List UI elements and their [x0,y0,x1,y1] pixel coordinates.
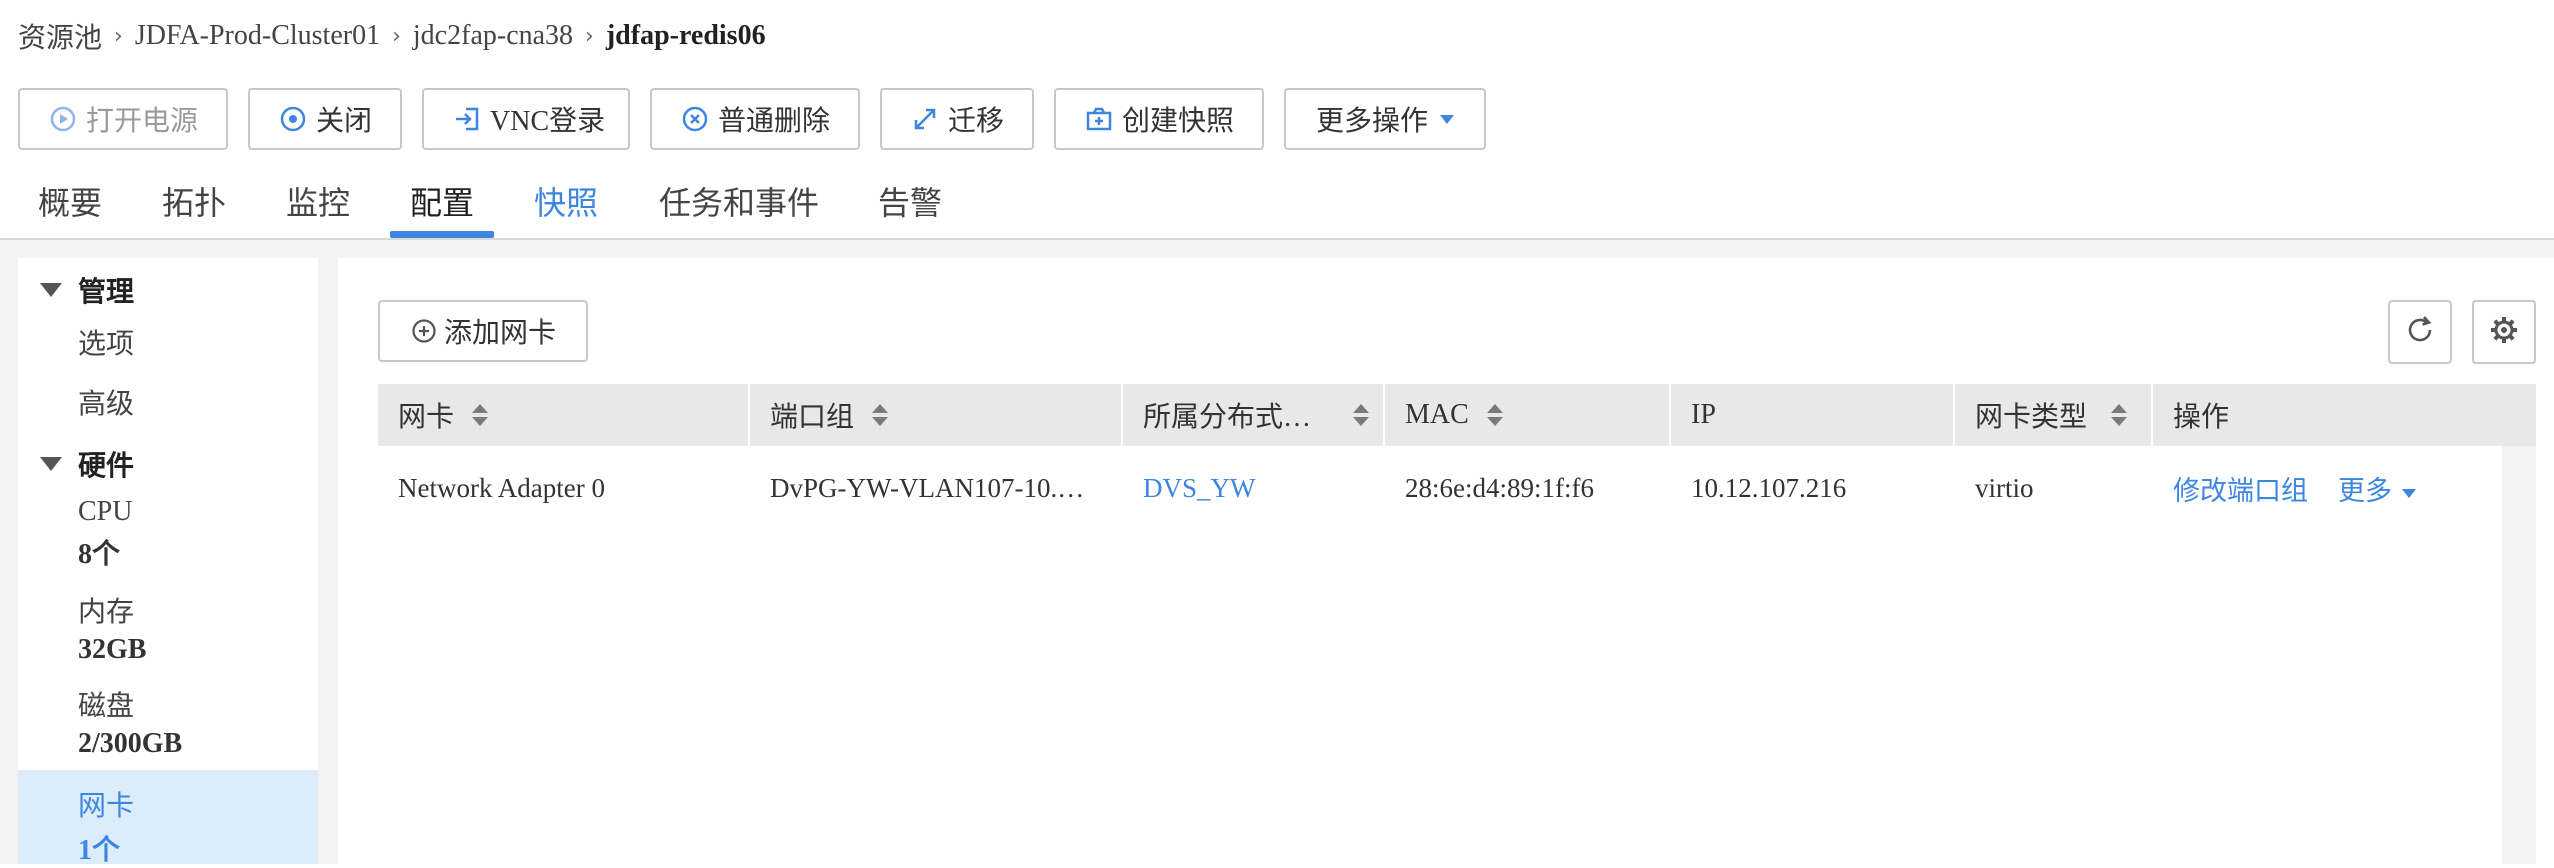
column-header-dvs[interactable]: 所属分布式交换机 [1123,384,1385,446]
table-header: 网卡 端口组 所属分布式交换机 MAC IP 网卡类型 [378,384,2536,446]
nic-panel: 添加网卡 网卡 端口组 所属分布式交 MAC IP 网卡类型 操作 Networ… [338,258,2554,864]
vnc-login-button[interactable]: VNC登录 [422,88,630,150]
table-row: Network Adapter 0 DvPG-YW-VLAN107-10.12.… [378,446,2536,530]
column-header-ip[interactable]: IP [1671,384,1955,446]
column-header-mac[interactable]: MAC [1385,384,1671,446]
camera-plus-icon [1084,104,1114,134]
normal-delete-button[interactable]: 普通删除 [650,88,860,150]
tab-bar: 概要 拓扑 监控 配置 快照 任务和事件 告警 [0,168,2554,240]
column-header-ops: 操作 [2173,402,2230,433]
breadcrumb-separator-icon: › [114,23,123,49]
refresh-button[interactable] [2388,300,2452,364]
refresh-icon [2402,312,2438,353]
nav-item-advanced[interactable]: 高级 [18,380,318,430]
dvs-link[interactable]: DVS_YW [1143,473,1256,504]
plus-circle-icon [410,317,438,345]
tab-monitoring[interactable]: 监控 [270,168,366,234]
sort-icon[interactable] [872,404,889,426]
table-settings-button[interactable] [2472,300,2536,364]
nav-item-cpu[interactable]: CPU 8个 [18,496,318,580]
caret-down-icon [1440,114,1455,124]
nav-item-options[interactable]: 选项 [18,320,318,370]
cell-operations: 修改端口组 更多 [2153,446,2523,530]
stop-circle-icon [278,104,308,134]
more-actions-dropdown[interactable]: 更多操作 [1284,88,1486,150]
nav-item-disk[interactable]: 磁盘 2/300GB [18,684,318,768]
cell-mac: 28:6e:d4:89:1f:f6 [1405,472,1594,503]
nav-item-memory[interactable]: 内存 32GB [18,590,318,674]
cell-port-group: DvPG-YW-VLAN107-10.12.107 [770,472,1090,503]
login-icon [452,104,482,134]
nav-item-nic[interactable]: 网卡 1个 [18,770,318,866]
sort-icon[interactable] [2111,404,2128,426]
tab-summary[interactable]: 概要 [22,168,118,234]
add-nic-button[interactable]: 添加网卡 [378,300,588,362]
cell-ip: 10.12.107.216 [1691,472,1847,503]
breadcrumb-item-host[interactable]: jdc2fap-cna38 [413,20,573,52]
cell-dvs: DVS_YW [1123,446,1385,530]
breadcrumb-separator-icon: › [585,23,594,49]
sort-icon[interactable] [472,404,489,426]
modify-port-group-link[interactable]: 修改端口组 [2173,469,2308,508]
breadcrumb-current-vm: jdfap-redis06 [605,20,766,51]
sort-icon[interactable] [1353,404,1369,426]
breadcrumb: 资源池 › JDFA-Prod-Cluster01 › jdc2fap-cna3… [18,14,766,58]
cell-nic-name: Network Adapter 0 [398,472,605,503]
shutdown-button[interactable]: 关闭 [248,88,402,150]
tab-topology[interactable]: 拓扑 [146,168,242,234]
power-on-button[interactable]: 打开电源 [18,88,228,150]
create-snapshot-button[interactable]: 创建快照 [1054,88,1264,150]
tab-configuration[interactable]: 配置 [390,168,494,238]
gear-icon [2486,312,2522,353]
more-ops-dropdown[interactable]: 更多 [2338,469,2416,508]
cell-nic-type: virtio [1975,472,2034,503]
config-sidenav: 管理 选项 高级 硬件 CPU 8个 内存 32GB 磁盘 2/300GB 网卡… [18,258,318,866]
action-toolbar: 打开电源 关闭 VNC登录 普通删除 迁移 创建快照 更多操作 [18,88,1486,150]
play-circle-icon [48,104,78,134]
delete-circle-icon [680,104,710,134]
tab-alarms[interactable]: 告警 [862,168,958,234]
sort-icon[interactable] [1486,404,1503,426]
column-header-port-group[interactable]: 端口组 [750,384,1123,446]
breadcrumb-separator-icon: › [392,23,401,49]
column-header-nic-type[interactable]: 网卡类型 [1955,384,2153,446]
table-scrollbar[interactable] [2502,446,2536,864]
triangle-down-icon [40,283,62,297]
breadcrumb-item-cluster[interactable]: JDFA-Prod-Cluster01 [135,20,380,52]
migrate-button[interactable]: 迁移 [880,88,1034,150]
breadcrumb-item-resource-pool[interactable]: 资源池 [18,16,102,56]
caret-down-icon [2402,488,2416,498]
tab-tasks-events[interactable]: 任务和事件 [646,168,832,234]
column-header-nic[interactable]: 网卡 [378,384,750,446]
tab-snapshot[interactable]: 快照 [518,168,614,234]
nav-group-manage[interactable]: 管理 [18,268,134,312]
triangle-down-icon [40,457,62,471]
nic-table: 网卡 端口组 所属分布式交换机 MAC IP 网卡类型 [378,384,2536,530]
nav-group-hardware[interactable]: 硬件 [18,442,134,486]
expand-arrows-icon [910,104,940,134]
